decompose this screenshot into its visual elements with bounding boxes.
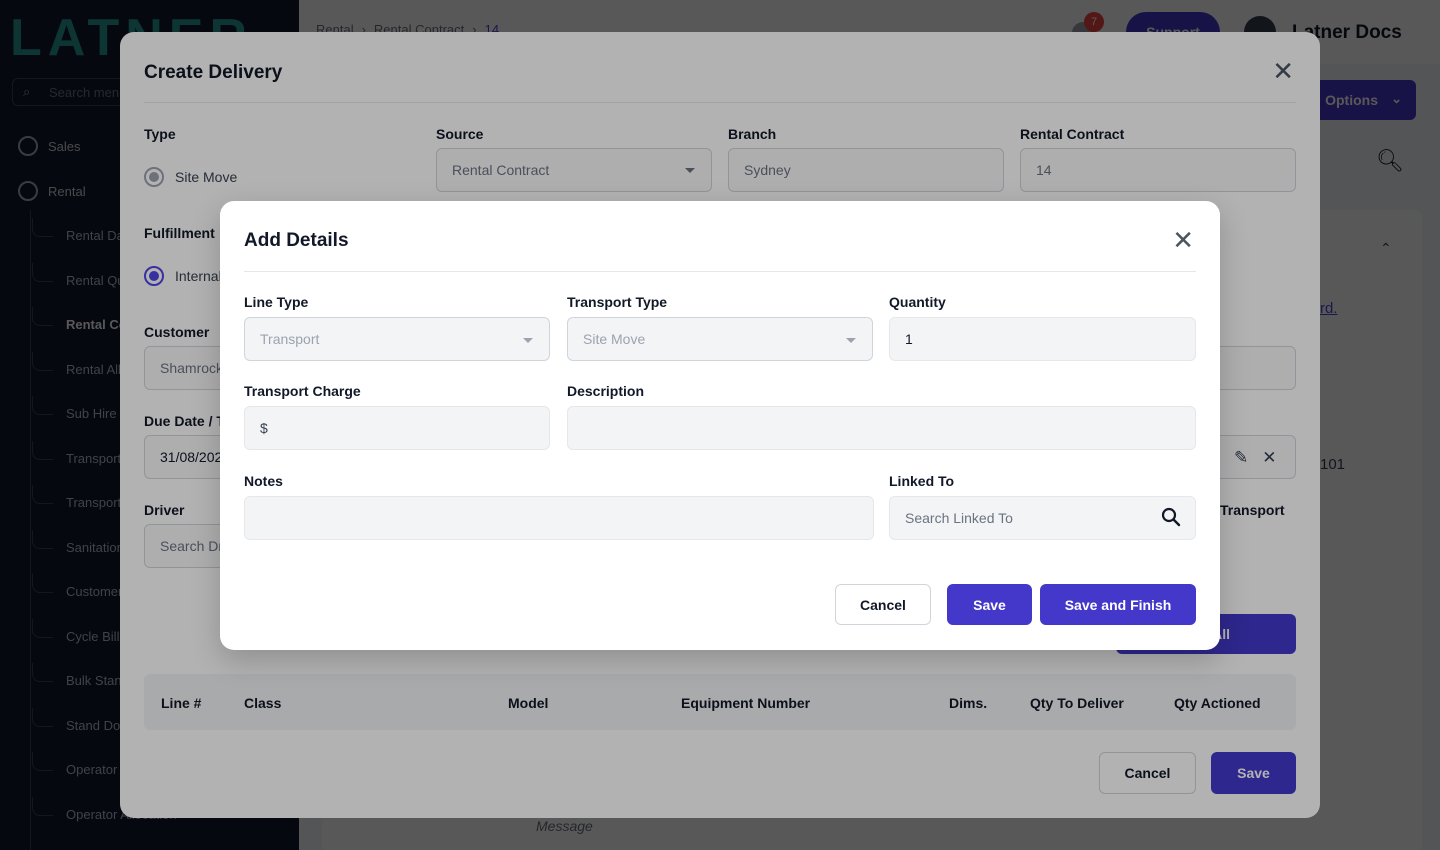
- transport-type-label: Transport Type: [567, 294, 668, 310]
- transport-charge-label: Transport Charge: [244, 383, 361, 399]
- transport-type-select[interactable]: Site Move: [567, 317, 873, 361]
- cancel-button[interactable]: Cancel: [835, 584, 931, 625]
- quantity-label: Quantity: [889, 294, 946, 310]
- description-input[interactable]: [567, 406, 1196, 450]
- quantity-value: 1: [905, 331, 913, 347]
- save-and-finish-button[interactable]: Save and Finish: [1040, 584, 1196, 625]
- linked-to-search[interactable]: Search Linked To: [889, 496, 1196, 540]
- line-type-select[interactable]: Transport: [244, 317, 550, 361]
- currency-prefix: $: [260, 420, 268, 436]
- divider: [244, 271, 1196, 272]
- caret-down-icon: [846, 338, 856, 343]
- save-button[interactable]: Save: [947, 584, 1032, 625]
- notes-label: Notes: [244, 473, 283, 489]
- search-icon[interactable]: [1161, 507, 1181, 533]
- modal-title: Add Details: [244, 230, 349, 251]
- caret-down-icon: [523, 338, 533, 343]
- linked-to-placeholder: Search Linked To: [905, 510, 1013, 526]
- transport-charge-input[interactable]: $: [244, 406, 550, 450]
- add-details-modal: Add Details ✕ Line Type Transport Transp…: [220, 201, 1220, 650]
- quantity-input[interactable]: 1: [889, 317, 1196, 361]
- line-type-value: Transport: [260, 331, 320, 347]
- close-icon[interactable]: ✕: [1172, 227, 1194, 253]
- transport-type-value: Site Move: [583, 331, 646, 347]
- line-type-label: Line Type: [244, 294, 309, 310]
- notes-input[interactable]: [244, 496, 874, 540]
- description-label: Description: [567, 383, 645, 399]
- linked-to-label: Linked To: [889, 473, 955, 489]
